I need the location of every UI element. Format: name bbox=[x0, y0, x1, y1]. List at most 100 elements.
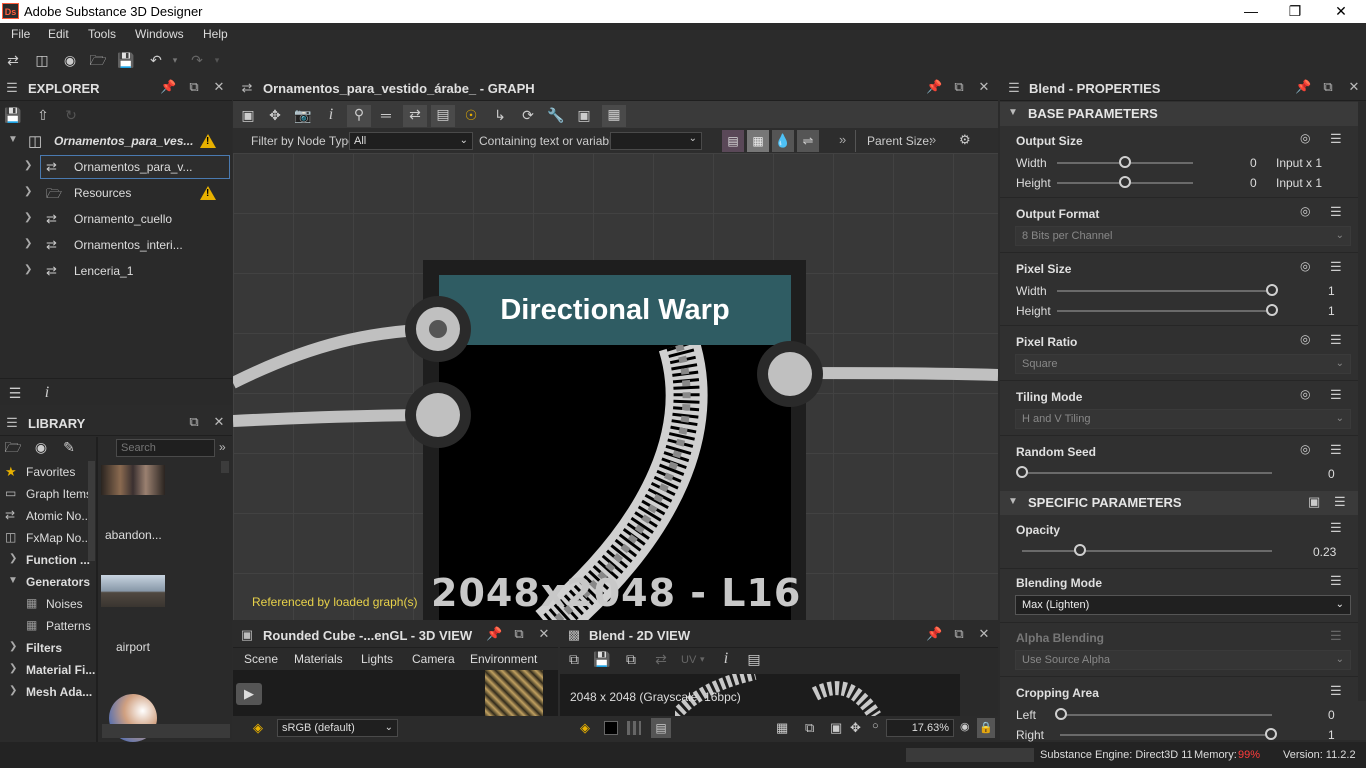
edit-icon[interactable]: ✎ bbox=[60, 438, 78, 456]
height-slider-track[interactable] bbox=[1057, 310, 1272, 312]
value-filter-icon[interactable]: 💧 bbox=[772, 130, 794, 152]
close-icon[interactable]: ✕ bbox=[976, 79, 992, 95]
add-folder-icon[interactable]: 🗁 bbox=[4, 438, 22, 456]
menu-icon[interactable]: ☰ bbox=[1330, 332, 1342, 348]
undo-dropdown-icon[interactable]: ▾ bbox=[166, 51, 184, 69]
left-value[interactable]: 0 bbox=[1328, 708, 1335, 722]
screenshot-icon[interactable]: 📷 bbox=[294, 106, 312, 124]
library-category[interactable]: ❯ Filters bbox=[0, 637, 96, 659]
float-icon[interactable]: ⧉ bbox=[1320, 79, 1336, 95]
opacity-slider-handle[interactable] bbox=[1073, 544, 1086, 556]
random-seed-value[interactable]: 0 bbox=[1328, 467, 1335, 481]
float-icon[interactable]: ⧉ bbox=[186, 79, 202, 95]
width-slider-track[interactable] bbox=[1057, 290, 1272, 292]
3d-viewport[interactable]: ▶ bbox=[233, 670, 558, 716]
right-slider-track[interactable] bbox=[1060, 734, 1272, 736]
new-graph-icon[interactable]: ⇄ bbox=[4, 51, 22, 69]
tree-view-icon[interactable]: ☰ bbox=[6, 384, 24, 402]
input-port[interactable] bbox=[405, 296, 471, 362]
zoom-out-icon[interactable]: ○ bbox=[872, 720, 879, 732]
pin-icon[interactable]: 📌 bbox=[486, 626, 502, 642]
float-icon[interactable]: ⧉ bbox=[951, 626, 967, 642]
pan-icon[interactable]: ✥ bbox=[266, 106, 284, 124]
width-slider-handle[interactable] bbox=[1266, 284, 1278, 296]
graph-canvas[interactable]: Directional Warp 2048x2048 - L16 Referen… bbox=[233, 153, 998, 620]
save-icon[interactable]: 💾 bbox=[593, 650, 611, 668]
restore-button[interactable]: ❐ bbox=[1272, 2, 1318, 21]
specific-parameters-section[interactable]: ▼ SPECIFIC PARAMETERS ▣ ☰ bbox=[1000, 491, 1358, 515]
library-category[interactable]: ▭ Graph Items bbox=[0, 483, 96, 505]
width-slider-handle[interactable] bbox=[1119, 156, 1131, 168]
pixel-ratio-select[interactable]: Square ⌄ bbox=[1015, 354, 1351, 374]
layers-icon[interactable]: ◈ bbox=[580, 720, 590, 736]
link-icon[interactable]: ⚙ bbox=[959, 132, 971, 148]
pin-icon[interactable]: 📌 bbox=[160, 79, 176, 95]
menu-icon[interactable]: ☰ bbox=[1334, 494, 1346, 510]
pin-icon[interactable]: 📌 bbox=[926, 626, 942, 642]
search-icon[interactable]: ⚲ bbox=[347, 105, 371, 127]
graph-icon[interactable]: ⇄ bbox=[652, 650, 670, 668]
close-icon[interactable]: ✕ bbox=[1346, 79, 1362, 95]
reload-icon[interactable]: ↻ bbox=[62, 106, 80, 124]
pin-icon[interactable]: 📌 bbox=[926, 79, 942, 95]
base-parameters-section[interactable]: ▼ BASE PARAMETERS bbox=[1000, 102, 1358, 126]
right-value[interactable]: 1 bbox=[1328, 728, 1335, 742]
library-search-input[interactable] bbox=[116, 439, 215, 457]
open-folder-icon[interactable]: 🗁 bbox=[89, 51, 107, 69]
opacity-value[interactable]: 0.23 bbox=[1313, 545, 1336, 559]
inheritance-icon[interactable]: ◎ bbox=[1300, 131, 1310, 145]
camera-icon[interactable]: ▶ bbox=[236, 683, 262, 705]
expand-icon[interactable]: ❯ bbox=[24, 212, 32, 223]
random-seed-slider-handle[interactable] bbox=[1016, 466, 1028, 478]
float-icon[interactable]: ⧉ bbox=[511, 626, 527, 642]
redo-icon[interactable]: ↷ bbox=[188, 51, 206, 69]
library-category[interactable]: ▼ Generators bbox=[0, 571, 96, 593]
height-value[interactable]: 0 bbox=[1250, 176, 1257, 190]
pin-icon[interactable]: 📌 bbox=[1295, 79, 1311, 95]
menu-icon[interactable]: ☰ bbox=[1330, 387, 1342, 403]
export-icon[interactable]: ⇧ bbox=[34, 106, 52, 124]
inheritance-icon[interactable]: ◎ bbox=[1300, 204, 1310, 218]
expand-icon[interactable]: ❯ bbox=[24, 264, 32, 275]
width-value[interactable]: 0 bbox=[1250, 156, 1257, 170]
zoom-in-icon[interactable]: ◉ bbox=[960, 720, 970, 733]
splitter[interactable] bbox=[96, 437, 98, 742]
align-icon[interactable]: ═ bbox=[377, 106, 395, 124]
random-seed-slider-track[interactable] bbox=[1022, 472, 1272, 474]
left-slider-handle[interactable] bbox=[1055, 708, 1067, 720]
info-icon[interactable]: i bbox=[322, 106, 340, 124]
library-category[interactable]: ❯ Mesh Ada... bbox=[0, 681, 96, 703]
tree-item[interactable]: ❯ ⇄ Ornamento_cuello bbox=[0, 206, 232, 232]
frame-all-icon[interactable]: ▣ bbox=[239, 106, 257, 124]
library-category[interactable]: ⇄ Atomic No... bbox=[0, 505, 96, 527]
redo-dropdown-icon[interactable]: ▾ bbox=[208, 51, 226, 69]
library-category[interactable]: ★ Favorites bbox=[0, 461, 96, 483]
tree-item[interactable]: ❯ ⇄ Ornamentos_para_v... bbox=[0, 154, 232, 180]
library-category[interactable]: ◫ FxMap No... bbox=[0, 527, 96, 549]
info-icon[interactable]: i bbox=[717, 650, 735, 668]
close-icon[interactable]: ✕ bbox=[211, 79, 227, 95]
opacity-slider-track[interactable] bbox=[1022, 550, 1272, 552]
materials-menu[interactable]: Materials bbox=[294, 652, 343, 666]
collapse-icon[interactable]: ▼ bbox=[8, 134, 18, 145]
fit-icon[interactable]: ▣ bbox=[830, 720, 842, 736]
tree-icon[interactable]: ☉ bbox=[462, 106, 480, 124]
hdri-thumbnail[interactable] bbox=[101, 575, 165, 607]
horizontal-scrollbar[interactable] bbox=[102, 724, 230, 738]
inheritance-icon[interactable]: ◎ bbox=[1300, 387, 1310, 401]
grid-icon[interactable]: ▦ bbox=[602, 105, 626, 127]
lights-menu[interactable]: Lights bbox=[361, 652, 393, 666]
expand-icon[interactable]: ❯ bbox=[9, 553, 17, 564]
inheritance-icon[interactable]: ◎ bbox=[1300, 259, 1310, 273]
package-row[interactable]: ▼ ◫ Ornamentos_para_ves... bbox=[0, 128, 232, 154]
display-icon[interactable]: ⧉ bbox=[565, 650, 583, 668]
menu-tools[interactable]: Tools bbox=[88, 27, 116, 41]
library-category[interactable]: ❯ Material Fi... bbox=[0, 659, 96, 681]
grid-icon[interactable]: ▦ bbox=[776, 720, 788, 736]
menu-windows[interactable]: Windows bbox=[135, 27, 184, 41]
thumbnail-scrollbar[interactable] bbox=[221, 461, 229, 473]
directional-warp-node[interactable]: Directional Warp bbox=[423, 260, 806, 620]
right-slider-handle[interactable] bbox=[1265, 728, 1277, 740]
undo-icon[interactable]: ↶ bbox=[147, 51, 165, 69]
hdri-thumbnail[interactable] bbox=[101, 465, 165, 495]
